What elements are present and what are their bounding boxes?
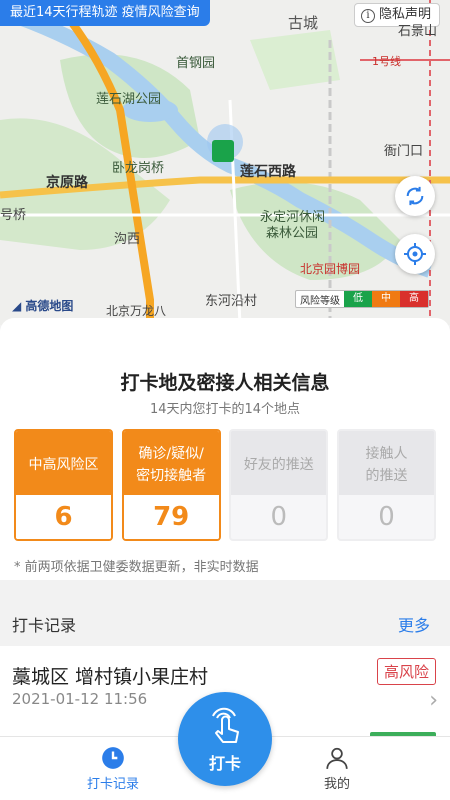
risk-high: 高 — [400, 291, 428, 307]
map-label-lianshixilu: 莲石西路 — [240, 164, 296, 180]
locate-button[interactable] — [395, 234, 435, 274]
map-label-lianshihu: 莲石湖公园 — [96, 92, 162, 107]
checkin-button[interactable]: 打卡 — [178, 692, 272, 786]
records-header: 打卡记录 更多 — [0, 600, 450, 646]
nav-profile[interactable]: 我的 — [292, 743, 382, 792]
map-background — [0, 0, 450, 325]
data-source-note: * 前两项依据卫健委数据更新，非实时数据 — [14, 560, 259, 575]
map-label-shijingshan: 石景山 — [398, 24, 438, 39]
refresh-button[interactable] — [395, 176, 435, 216]
map-label-yongdinghe-2: 森林公园 — [266, 226, 319, 241]
record-time: 2021-01-12 11:56 — [12, 690, 148, 708]
map-label-shougangyuan: 首钢园 — [176, 56, 216, 71]
map-label-gucheng: 古城 — [288, 14, 319, 32]
map-label-jingyuanlu: 京原路 — [46, 175, 88, 191]
clock-icon — [102, 747, 124, 769]
risk-legend-title: 风险等级 — [300, 295, 340, 307]
amap-logo: ◢ 高德地图 — [12, 299, 74, 313]
risk-level-legend: 风险等级 低 中 高 — [295, 290, 429, 308]
tile-friend-push[interactable]: 好友的推送 0 — [229, 429, 329, 541]
risk-mid: 中 — [372, 291, 400, 307]
tile-label-line1: 接触人 — [365, 446, 408, 462]
tile-value: 79 — [123, 495, 219, 539]
card-subtitle: 14天内您打卡的14个地点 — [149, 402, 301, 417]
stat-tiles: 中高风险区 6 确诊/疑似/密切接触者 79 好友的推送 0 接触人的推送 0 — [14, 429, 436, 541]
map-label-haoqiao: 号桥 — [0, 208, 27, 223]
info-icon: i — [360, 9, 375, 23]
more-link[interactable]: 更多 — [398, 612, 430, 636]
info-card: 打卡地及密接人相关信息 14天内您打卡的14个地点 中高风险区 6 确诊/疑似/… — [0, 318, 450, 580]
tile-label-line1: 确诊/疑似/ — [138, 446, 204, 462]
map-view[interactable]: 最近14天行程轨迹 疫情风险查询 i 隐私声明 古城 石景山 1号线 首钢园 莲石… — [0, 0, 450, 325]
tile-label: 中高风险区 — [28, 457, 99, 473]
tile-contact-push[interactable]: 接触人的推送 0 — [336, 429, 436, 541]
risk-badge: 高风险 — [376, 658, 436, 685]
tile-value: 6 — [16, 495, 111, 539]
risk-low: 低 — [344, 291, 372, 307]
tile-label-line2: 的推送 — [365, 468, 408, 484]
map-label-bowuyuan: 北京园博园 — [300, 262, 361, 276]
map-label-line1: 1号线 — [372, 55, 401, 68]
map-label-wanlong: 北京万龙八 — [106, 304, 167, 318]
nav-label: 我的 — [323, 777, 350, 792]
tile-label-line2: 密切接触者 — [136, 468, 207, 484]
card-title: 打卡地及密接人相关信息 — [120, 372, 330, 394]
tile-confirmed-contacts[interactable]: 确诊/疑似/密切接触者 79 — [121, 429, 221, 541]
refresh-icon — [406, 186, 424, 206]
checkin-label: 打卡 — [208, 754, 241, 773]
amap-logo-text: 高德地图 — [25, 299, 74, 313]
itinerary-banner[interactable]: 最近14天行程轨迹 疫情风险查询 — [0, 0, 210, 26]
record-place: 藁城区 增村镇小果庄村 — [12, 666, 209, 688]
map-label-gouxi: 沟西 — [114, 232, 141, 247]
nav-label: 打卡记录 — [86, 777, 139, 792]
map-label-wolonggang: 卧龙岗桥 — [112, 161, 165, 176]
tap-hand-icon — [212, 707, 239, 743]
tile-mid-high-risk[interactable]: 中高风险区 6 — [14, 429, 113, 541]
locate-icon — [404, 243, 426, 265]
tile-value: 0 — [231, 495, 327, 539]
map-label-dongheyancun: 东河沿村 — [205, 294, 258, 309]
tile-value: 0 — [338, 495, 434, 539]
records-title: 打卡记录 — [12, 616, 77, 635]
chevron-right-icon: › — [429, 688, 438, 713]
nav-checkin-records[interactable]: 打卡记录 — [68, 743, 158, 792]
map-label-hengmenkou: 衙门口 — [384, 144, 424, 159]
tile-label: 好友的推送 — [243, 457, 314, 473]
person-icon — [326, 747, 348, 769]
